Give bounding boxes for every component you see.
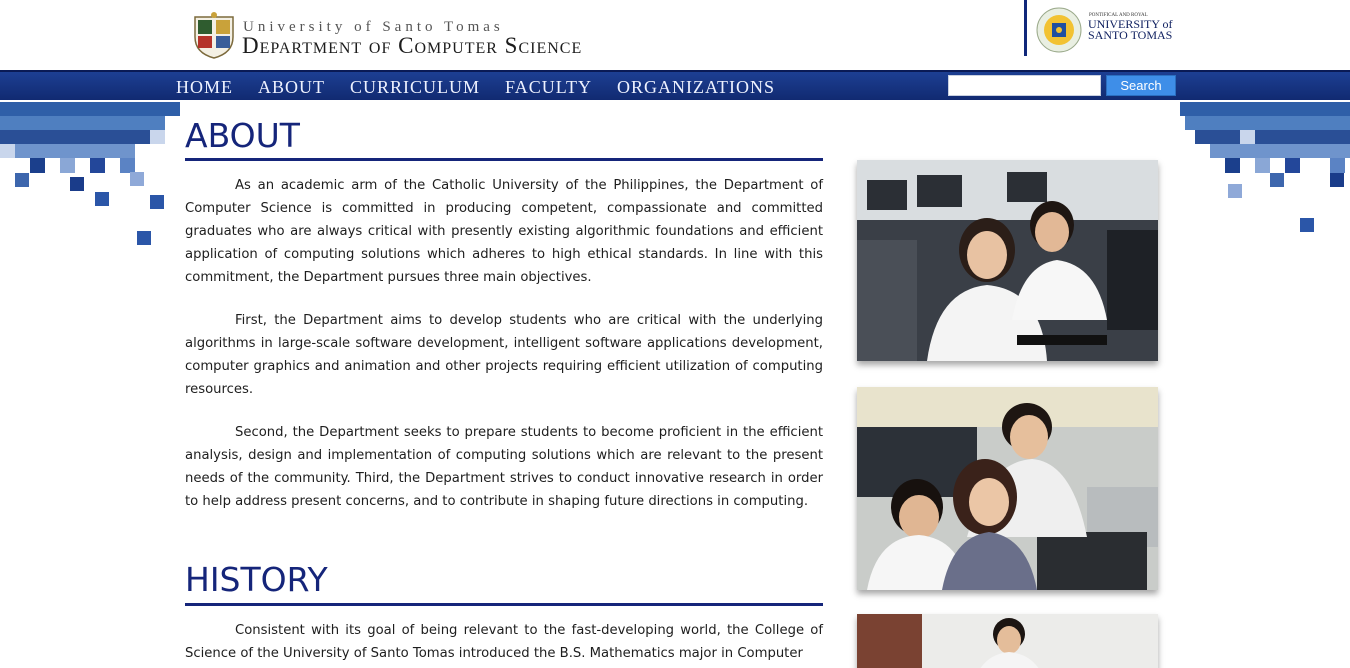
search-input[interactable]	[948, 75, 1101, 96]
department-name: Department of Computer Science	[242, 33, 583, 58]
right-pixel-mosaic	[1180, 100, 1350, 240]
about-paragraph-1: As an academic arm of the Catholic Unive…	[185, 178, 823, 285]
search-button[interactable]: Search	[1106, 75, 1176, 96]
about-paragraph-3: Second, the Department seeks to prepare …	[185, 425, 823, 509]
main-navigation: HOME ABOUT CURRICULUM FACULTY ORGANIZATI…	[0, 70, 1350, 100]
university-crest-icon	[194, 12, 234, 59]
about-heading: ABOUT	[185, 116, 300, 155]
students-computer-lab-photo	[857, 160, 1158, 361]
history-heading: HISTORY	[185, 560, 328, 599]
nav-about[interactable]: ABOUT	[258, 77, 325, 98]
history-paragraph-1: Consistent with its goal of being releva…	[185, 623, 823, 661]
page: University of Santo Tomas Department of …	[0, 0, 1350, 668]
nav-home[interactable]: HOME	[176, 77, 233, 98]
students-at-workstation-photo	[857, 387, 1158, 590]
seal-university-name: UNIVERSITY of SANTO TOMAS	[1088, 17, 1173, 42]
about-rule	[185, 158, 823, 161]
student-portrait-photo	[857, 614, 1158, 668]
about-paragraph-2: First, the Department aims to develop st…	[185, 313, 823, 397]
nav-links: HOME ABOUT CURRICULUM FACULTY ORGANIZATI…	[176, 77, 775, 98]
site-header: University of Santo Tomas Department of …	[0, 0, 1350, 70]
history-rule	[185, 603, 823, 606]
header-divider	[1024, 0, 1027, 56]
nav-curriculum[interactable]: CURRICULUM	[350, 77, 480, 98]
ust-seal-icon	[1036, 7, 1082, 53]
left-pixel-mosaic	[0, 100, 180, 250]
nav-organizations[interactable]: ORGANIZATIONS	[617, 77, 775, 98]
nav-faculty[interactable]: FACULTY	[505, 77, 592, 98]
